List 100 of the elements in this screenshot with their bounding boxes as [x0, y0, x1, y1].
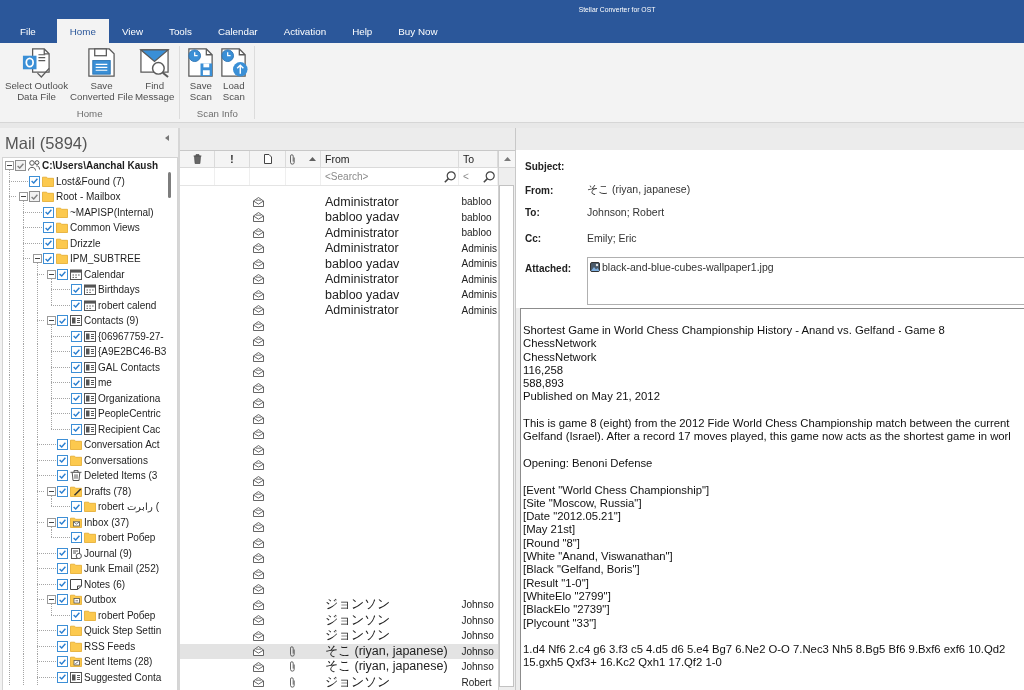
ribbon-button[interactable]: Load Scan: [217, 46, 251, 103]
ribbon-tab[interactable]: Tools: [156, 19, 205, 43]
column-header[interactable]: !: [215, 151, 250, 167]
folder-icon: [84, 501, 96, 513]
contact-card-icon: [70, 671, 82, 683]
body-paragraph: 1.d4 Nf6 2.c4 g6 3.f3 c5 4.d5 d6 5.e4 Bg7 6.Ne2 O-O 7.Nec3 Nh5 8.Bg5 Bf6 9.Bxf6 exf6 10.Qd2 15.gxh5 Qxf3+ 16.Kc2 Qxh1 17.Qf2 1-0: [523, 643, 1006, 670]
ribbon-tab[interactable]: Activation: [270, 19, 340, 43]
scrollbar-thumb[interactable]: [499, 185, 514, 687]
search-field[interactable]: <Search>: [325, 171, 442, 182]
message-row[interactable]: babloo yadav Adminis: [180, 256, 498, 272]
to-cell-text: babloo: [460, 210, 493, 225]
users-icon: [28, 160, 40, 172]
message-row[interactable]: そこ (riyan, japanese) Johnso: [180, 659, 498, 675]
open-envelope-icon: [253, 615, 264, 626]
to-cell-text: Adminis: [460, 303, 498, 318]
field-label: From:: [525, 184, 555, 196]
open-envelope-icon: [253, 196, 264, 207]
ribbon-button[interactable]: Save Converted File: [69, 46, 134, 103]
message-row[interactable]: babloo yadav babloo: [180, 209, 498, 225]
open-envelope-icon: [253, 444, 264, 455]
folder-envelope-icon: [70, 516, 82, 528]
message-row[interactable]: Administrator babloo: [180, 194, 498, 210]
body-paragraph: [Event "World Chess Championship"] [Site "Moscow, Russia"] [Date "2012.05.21"] [May 21st] [Round "8"] [White "Anand, Viswanathan"] [Black "Gelfand, Boris"] [Result "1-0"] [WhiteElo "2799"] [BlackElo "2739"] [Plycount "33"]: [523, 483, 710, 630]
message-row[interactable]: Administrator Adminis: [180, 271, 498, 287]
message-row[interactable]: ジョンソン Johnso: [180, 597, 498, 613]
attachment-name[interactable]: black-and-blue-cubes-wallpaper1.jpg: [602, 261, 774, 273]
folder-icon: [56, 237, 68, 249]
from-cell-text: Administrator: [324, 225, 400, 241]
folder-icon: [70, 439, 82, 451]
column-header[interactable]: From: [321, 151, 459, 167]
triangle-up-icon: [503, 157, 511, 161]
folder-box-icon: [70, 656, 82, 668]
message-row[interactable]: ジョンソン Johnso: [180, 628, 498, 644]
open-envelope-icon: [253, 367, 264, 378]
ribbon-button[interactable]: Find Message: [134, 46, 176, 103]
body-paragraph: This is game 8 (eight) from the 2012 Fide World Chess Championship match between the current Gelfand (Israel). After a record 17 moves played, this game now acts as the shortest game in worl: [523, 417, 1011, 444]
ribbon-tab[interactable]: View: [108, 19, 156, 43]
to-cell-text: Johnso: [460, 613, 495, 628]
message-row[interactable]: Administrator Adminis: [180, 302, 498, 318]
contact-card-icon: [84, 408, 96, 420]
ribbon-tab[interactable]: Buy Now: [385, 19, 451, 43]
search-field[interactable]: <: [463, 171, 481, 182]
folder-icon: [42, 191, 54, 203]
folder-icon: [70, 454, 82, 466]
message-row[interactable]: ジョンソン Johnso: [180, 612, 498, 628]
contact-card-icon: [84, 377, 96, 389]
pane-title: Mail (5894): [5, 132, 88, 153]
folder-icon: [56, 222, 68, 234]
open-envelope-icon: [253, 491, 264, 502]
scrollbar-thumb[interactable]: [168, 172, 171, 198]
image-file-icon: [590, 262, 600, 272]
open-envelope-icon: [253, 305, 264, 316]
folder-box-icon: [70, 594, 82, 606]
open-envelope-icon: [253, 413, 264, 424]
message-row[interactable]: babloo yadav Adminis: [180, 287, 498, 303]
open-envelope-icon: [253, 274, 264, 285]
open-envelope-icon: [253, 568, 264, 579]
contact-card-icon: [70, 315, 82, 327]
scroll-up-button[interactable]: [499, 151, 515, 168]
calendar-icon: [84, 299, 96, 311]
from-cell-text: ジョンソン: [324, 628, 391, 644]
from-cell-text: ジョンソン: [324, 674, 391, 690]
search-icon[interactable]: [444, 170, 456, 183]
triangle-left-icon[interactable]: [165, 135, 169, 141]
to-cell-text: Adminis: [460, 288, 498, 303]
ribbon-tab[interactable]: Calendar: [204, 19, 271, 43]
ribbon-button[interactable]: Save Scan: [184, 46, 218, 103]
document-clock-icon: [70, 547, 82, 559]
trash-icon: [192, 154, 202, 164]
to-cell-text: Johnso: [460, 644, 495, 659]
search-icon[interactable]: [483, 170, 495, 183]
body-paragraph: Opening: Benoni Defense: [523, 456, 653, 471]
from-cell-text: Administrator: [324, 240, 400, 256]
open-envelope-icon: [253, 351, 264, 362]
to-cell-text: Adminis: [460, 241, 498, 256]
message-row[interactable]: そこ (riyan, japanese) Johnso: [180, 643, 498, 659]
outlook-document-icon: [21, 47, 52, 78]
calendar-icon: [84, 284, 96, 296]
open-envelope-icon: [253, 475, 264, 486]
open-envelope-icon: [253, 258, 264, 269]
message-row[interactable]: Administrator babloo: [180, 225, 498, 241]
field-label: To:: [525, 206, 541, 218]
field-value: Johnson; Robert: [587, 206, 665, 218]
from-cell-text: Administrator: [324, 271, 400, 287]
ribbon-tab[interactable]: Home: [56, 19, 109, 43]
ribbon-tab[interactable]: File: [7, 19, 49, 43]
ribbon-tab[interactable]: Help: [339, 19, 386, 43]
to-cell-text: Adminis: [460, 272, 498, 287]
ribbon-button[interactable]: Select Outlook Data File: [4, 46, 69, 103]
from-cell-text: babloo yadav: [324, 287, 401, 303]
paperclip-icon: [290, 153, 295, 165]
open-envelope-icon: [253, 243, 264, 254]
message-row[interactable]: ジョンソン Robert: [180, 674, 498, 690]
open-envelope-icon: [253, 584, 264, 595]
message-row[interactable]: Administrator Adminis: [180, 240, 498, 256]
folder-pencil-icon: [70, 485, 82, 497]
to-cell-text: Johnso: [460, 598, 495, 613]
field-value: そこ (riyan, japanese): [587, 183, 691, 197]
clock-document-upload-icon: [218, 47, 250, 78]
envelope-search-icon: [139, 47, 171, 78]
